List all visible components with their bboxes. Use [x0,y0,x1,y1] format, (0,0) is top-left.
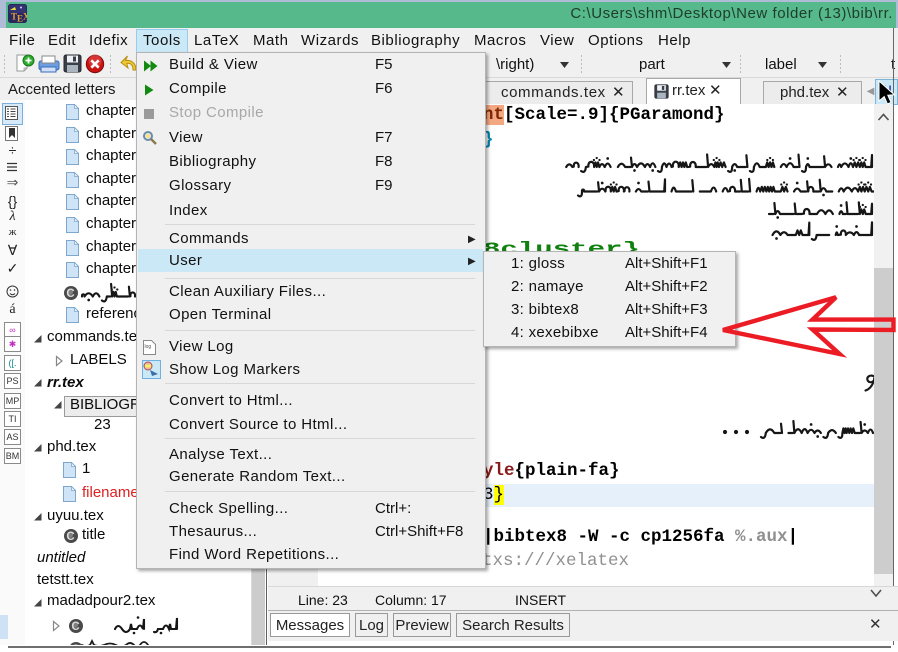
svg-text:C: C [66,531,74,543]
svg-text:log: log [145,344,152,350]
svg-text:C: C [71,644,79,645]
svg-text:TEX: TEX [11,12,27,24]
svg-text:C: C [71,621,79,633]
